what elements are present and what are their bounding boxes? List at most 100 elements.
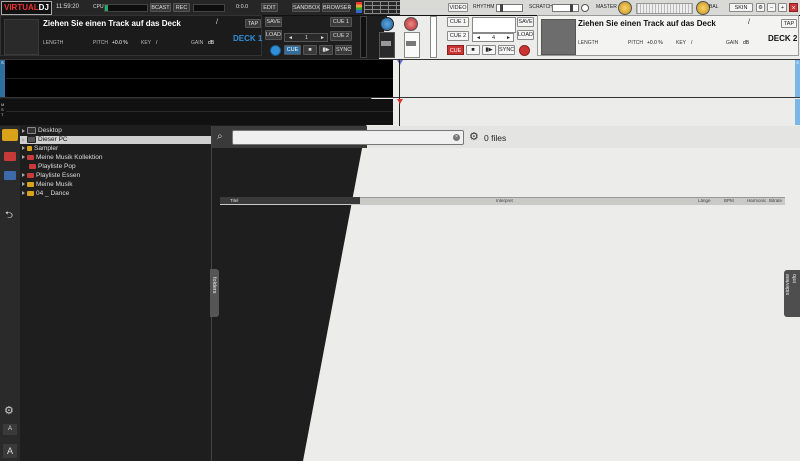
expand-icon[interactable]	[22, 173, 25, 178]
tree-item-sampler[interactable]: Sampler	[20, 145, 211, 153]
loop-decrease-icon[interactable]: ◄	[476, 35, 481, 41]
back-icon[interactable]: ⮌	[5, 208, 13, 225]
column-header-bitrate[interactable]: Bitrate	[769, 197, 782, 204]
browser-button[interactable]: BROWSER	[322, 3, 351, 12]
expand-icon[interactable]	[22, 137, 25, 142]
deck-1-volume-fader[interactable]	[379, 32, 395, 58]
folder-icon	[27, 181, 34, 187]
maximize-icon[interactable]: +	[778, 3, 787, 12]
deck-2-waveform-side-bar: S	[795, 60, 800, 97]
tree-item-label: Meine Musik Kollektion	[36, 154, 103, 161]
deck-1-gain-label: GAIN	[191, 40, 204, 46]
filter-browser-icon[interactable]	[4, 171, 16, 180]
tree-item-label: Meine Musik	[36, 181, 73, 188]
balance-knob[interactable]	[696, 1, 710, 15]
column-header-titel[interactable]: Titel	[230, 197, 238, 204]
deck-1-cue-button[interactable]: CUE	[284, 45, 301, 55]
deck-1-jog-icon[interactable]	[270, 45, 281, 56]
deck-2-play-pause-button[interactable]: ▮▶	[482, 45, 496, 55]
font-small-label: A	[7, 426, 12, 432]
deck-2-volume-fader[interactable]	[404, 32, 420, 58]
deck-2-key-label: KEY	[676, 40, 687, 46]
deck-2-key-value: /	[691, 40, 693, 46]
font-large-button[interactable]: A	[3, 444, 17, 458]
deck-1-cue2-button[interactable]: CUE 2	[330, 31, 352, 41]
expand-icon[interactable]	[22, 182, 25, 187]
deck-1-cue1-button[interactable]: CUE 1	[330, 17, 352, 27]
tree-item-playliste-pop[interactable]: Playliste Pop	[20, 163, 218, 171]
files-count: 0 files	[484, 133, 507, 143]
deck-1-level-meter	[360, 16, 367, 58]
deck-1-sync-button[interactable]: SYNC	[335, 45, 352, 55]
tree-item-playliste-essen[interactable]: Playliste Essen	[20, 172, 211, 180]
folder-browser-icon[interactable]	[2, 129, 18, 141]
deck-2-cue2-button[interactable]: CUE 2	[447, 31, 469, 41]
deck-1-load-button[interactable]: LOAD	[265, 30, 282, 40]
deck-1-gain-unit: dB	[208, 40, 215, 46]
expand-icon[interactable]	[22, 146, 25, 151]
deck-2-stop-button[interactable]: ■	[466, 45, 480, 55]
column-header-laenge[interactable]: Länge	[698, 197, 711, 204]
sampler-browser-icon[interactable]	[4, 152, 16, 161]
deck-2-sync-button[interactable]: SYNC	[498, 45, 515, 55]
expand-icon[interactable]	[22, 191, 25, 196]
rhythm-slider[interactable]	[496, 4, 523, 12]
rec-button[interactable]: REC	[173, 3, 190, 12]
deck-1-play-pause-button[interactable]: ▮▶	[319, 45, 333, 55]
deck-2-tap-button[interactable]: TAP	[781, 19, 797, 28]
sideview-tab[interactable]: sideview info	[784, 270, 800, 317]
bal-label: BAL	[709, 4, 719, 10]
tree-item-desktop[interactable]: Desktop	[20, 127, 211, 135]
deck-2-cue-button[interactable]: CUE	[447, 45, 464, 55]
column-header-interpret[interactable]: Interpret	[496, 197, 513, 204]
deck-2-jog-icon[interactable]	[519, 45, 530, 56]
deck-2-loop-control: ◄ 4 ►	[472, 33, 514, 42]
font-small-button[interactable]: A	[3, 424, 17, 435]
deck-1-info: Ziehen Sie einen Track auf das Deck / TA…	[0, 15, 262, 56]
deck-2-filter-knob[interactable]	[404, 17, 418, 31]
deck-2-waveform-overview[interactable]: MST	[0, 99, 800, 125]
expand-icon[interactable]	[22, 155, 25, 160]
skin-button[interactable]: SKIN	[729, 3, 753, 12]
deck-1-waveform-scroll[interactable]: S S	[0, 59, 800, 98]
deck-1-filter-knob[interactable]	[380, 17, 394, 31]
deck-2-level-meter	[430, 16, 437, 58]
search-input[interactable]	[232, 130, 464, 145]
video-button[interactable]: VIDEO	[448, 3, 468, 12]
tree-item-meine-musik[interactable]: Meine Musik	[20, 181, 211, 189]
sandbox-button[interactable]: SANDBOX	[292, 3, 320, 12]
rec-meter	[193, 4, 225, 12]
search-clear-icon[interactable]: ×	[453, 134, 460, 141]
column-header-bpm[interactable]: BPM	[724, 197, 734, 204]
settings-gear-icon[interactable]: ⚙	[4, 404, 14, 417]
deck-1-stop-button[interactable]: ■	[303, 45, 317, 55]
deck-2-cue-label: CUE	[449, 48, 462, 54]
deck-1-save-button[interactable]: SAVE	[265, 17, 282, 27]
loop-decrease-icon[interactable]: ◄	[288, 35, 293, 41]
loop-increase-icon[interactable]: ►	[320, 35, 325, 41]
search-options-gear-icon[interactable]: ⚙	[469, 130, 479, 143]
deck-2-length-label: LENGTH	[578, 40, 599, 46]
search-icon[interactable]: ⌕	[217, 131, 223, 142]
expand-icon[interactable]	[22, 128, 25, 133]
close-icon[interactable]: ×	[789, 3, 798, 12]
tree-item-dieser-pc[interactable]: Dieser PC	[20, 136, 211, 144]
master-knob[interactable]	[618, 1, 632, 15]
settings-icon[interactable]: ⚙	[756, 3, 765, 12]
loop-increase-icon[interactable]: ►	[506, 35, 511, 41]
minimize-icon[interactable]: −	[767, 3, 776, 12]
tree-item-04-dance[interactable]: 04 _ Dance	[20, 190, 211, 198]
deck-2-waveform-overview-side-bar	[795, 99, 800, 125]
deck-2-cue1-button[interactable]: CUE 1	[447, 17, 469, 27]
scratch-slider[interactable]	[552, 4, 579, 12]
deck-2-save-button[interactable]: SAVE	[517, 17, 534, 27]
deck-1-tap-button[interactable]: TAP	[245, 19, 261, 28]
tree-item-meine-musik-kollektion[interactable]: Meine Musik Kollektion	[20, 154, 211, 162]
file-list-header-dark	[220, 197, 360, 204]
folders-tab[interactable]: folders	[210, 269, 219, 317]
deck-2-load-button[interactable]: LOAD	[517, 30, 534, 40]
scratch-toggle[interactable]	[581, 4, 589, 12]
bcast-button[interactable]: BCAST	[150, 3, 171, 12]
column-header-harmonic[interactable]: Harmonic	[747, 197, 766, 204]
edit-button[interactable]: EDIT	[261, 3, 278, 12]
